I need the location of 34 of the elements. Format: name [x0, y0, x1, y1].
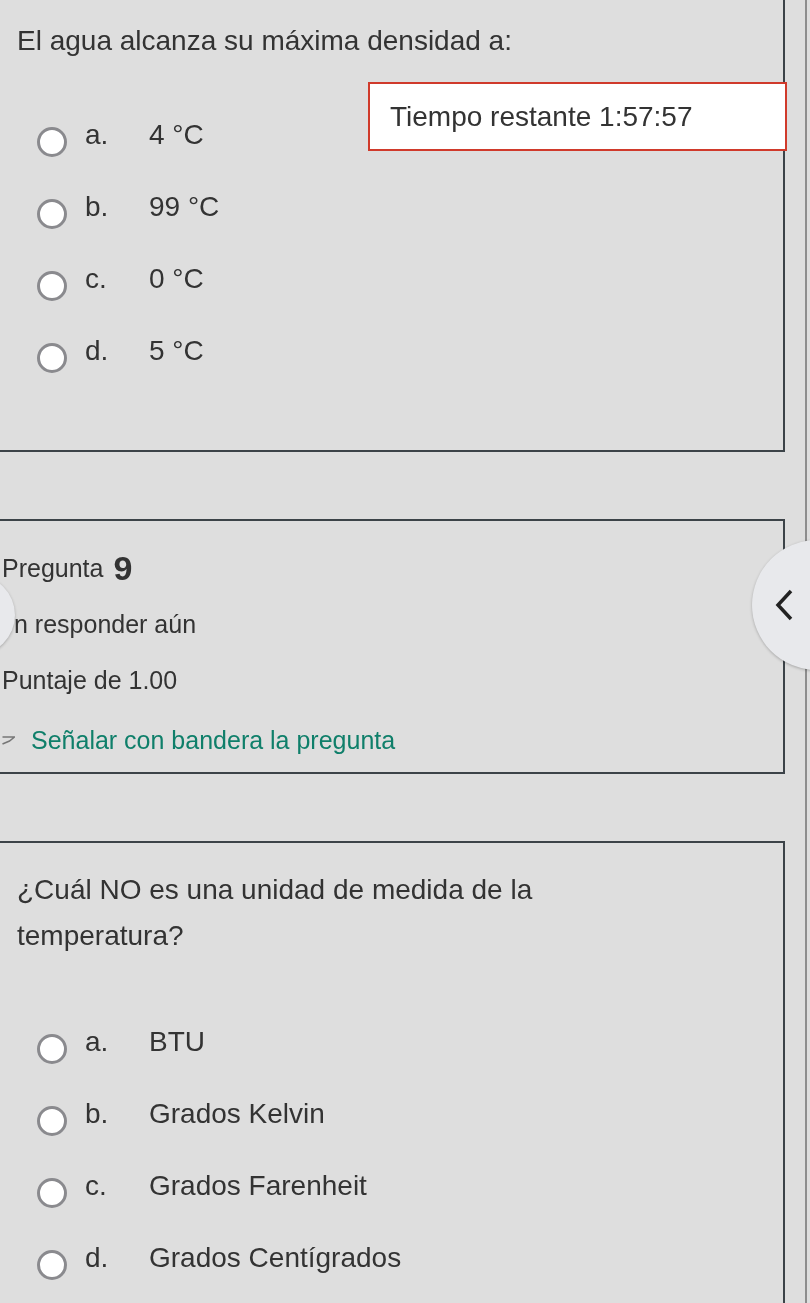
radio-button[interactable]	[37, 1249, 67, 1280]
chevron-left-icon	[774, 588, 794, 622]
radio-button[interactable]	[37, 342, 67, 373]
question-label: Pregunta	[2, 554, 104, 584]
option-letter: c.	[85, 262, 108, 295]
option-label: 0 °C	[149, 262, 204, 295]
option-label: Grados Kelvin	[149, 1097, 325, 1130]
flag-link[interactable]: Señalar con bandera la pregunta	[31, 725, 396, 755]
option-label: 99 °C	[149, 190, 220, 223]
question-text: ¿Cuál NO es una unidad de medida de la temperatura?	[16, 873, 534, 953]
option-letter: a.	[85, 118, 110, 151]
timer-box: Tiempo restante 1:57:57	[368, 82, 787, 151]
option-letter: b.	[85, 190, 110, 223]
radio-button[interactable]	[37, 1177, 67, 1208]
option-label: Grados Centígrados	[149, 1241, 402, 1274]
radio-button[interactable]	[37, 1033, 67, 1064]
option-label: Grados Farenheit	[149, 1169, 367, 1202]
radio-button[interactable]	[37, 270, 67, 301]
option-letter: d.	[85, 334, 110, 367]
option-letter: a.	[85, 1025, 110, 1058]
option-label: 4 °C	[149, 118, 204, 151]
option-letter: d.	[85, 1241, 110, 1274]
status-text: n responder aún	[13, 610, 197, 640]
flag-icon	[2, 735, 15, 745]
option-letter: c.	[85, 1169, 108, 1202]
radio-button[interactable]	[37, 1105, 67, 1136]
option-letter: b.	[85, 1097, 110, 1130]
option-label: 5 °C	[149, 334, 204, 367]
option-label: BTU	[149, 1025, 205, 1058]
question-text: El agua alcanza su máxima densidad a:	[16, 24, 513, 58]
radio-button[interactable]	[37, 126, 67, 157]
radio-button[interactable]	[37, 198, 67, 229]
score-text: Puntaje de 1.00	[2, 665, 178, 695]
question-number: 9	[113, 549, 133, 589]
